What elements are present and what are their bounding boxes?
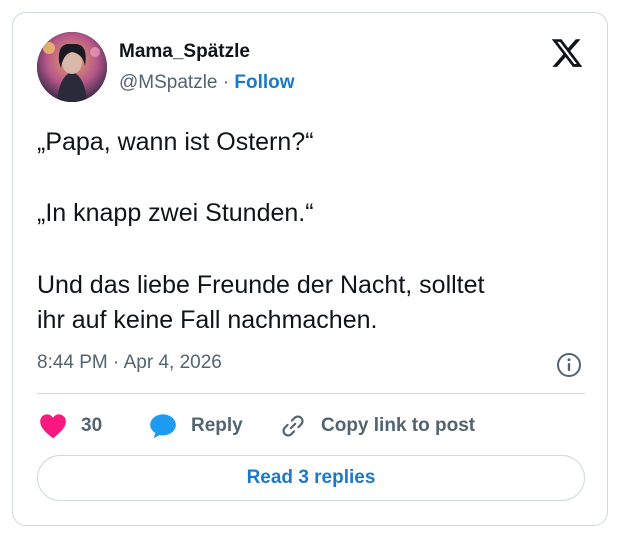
heart-icon [40, 414, 66, 439]
read-replies-label: Read 3 replies [246, 467, 376, 488]
tweet-text-line: Und das liebe Freunde der Nacht, solltet [37, 271, 485, 299]
speech-bubble-icon [150, 414, 176, 439]
handle-row: @MSpatzle · Follow [119, 72, 295, 94]
tweet-card: Mama_Spätzle @MSpatzle · Follow „Papa, w… [12, 12, 608, 526]
like-count: 30 [81, 415, 103, 436]
separator-dot: · [222, 72, 230, 93]
copy-link-button[interactable]: Copy link to post [279, 411, 475, 441]
follow-button[interactable]: Follow [234, 72, 294, 93]
info-icon[interactable] [556, 352, 582, 378]
avatar[interactable] [37, 32, 107, 102]
read-replies-button[interactable]: Read 3 replies [37, 455, 585, 501]
tweet-text-line: ihr auf keine Fall nachmachen. [37, 306, 378, 334]
timestamp[interactable]: 8:44 PM · Apr 4, 2026 [37, 352, 222, 374]
tweet-text-line: „Papa, wann ist Ostern?“ [37, 128, 314, 156]
link-icon [282, 415, 304, 437]
reply-label: Reply [191, 415, 243, 436]
handle[interactable]: @MSpatzle [119, 72, 218, 93]
copy-link-label: Copy link to post [321, 415, 476, 436]
like-button[interactable]: 30 [39, 411, 102, 441]
divider [37, 393, 585, 394]
display-name[interactable]: Mama_Spätzle [119, 41, 250, 63]
x-logo-icon[interactable] [550, 36, 584, 70]
tweet-text-line: „In knapp zwei Stunden.“ [37, 199, 314, 227]
reply-button[interactable]: Reply [149, 411, 243, 441]
